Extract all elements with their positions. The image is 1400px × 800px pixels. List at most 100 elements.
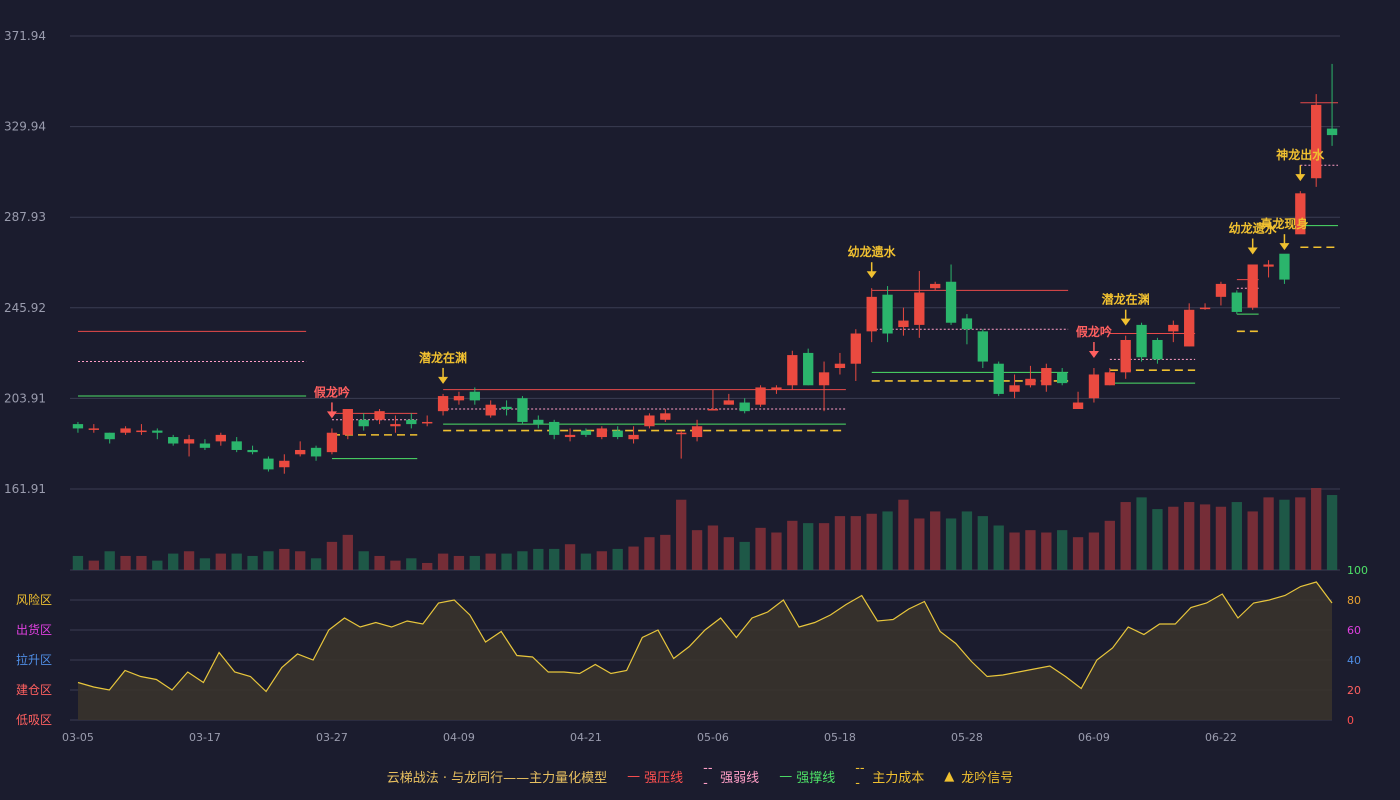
signal-marker: 假龙吟 bbox=[1076, 324, 1112, 359]
indicator-zone-label: 出货区 bbox=[16, 622, 52, 637]
volume-bar bbox=[183, 551, 195, 570]
signal-arrow-head bbox=[866, 271, 877, 279]
volume-bar bbox=[136, 555, 147, 570]
candle-body bbox=[120, 428, 131, 433]
volume-bar bbox=[406, 558, 417, 570]
candle bbox=[676, 430, 687, 459]
candle-body bbox=[72, 424, 84, 429]
candle-body bbox=[1247, 264, 1258, 308]
candle bbox=[993, 361, 1004, 397]
candle bbox=[612, 426, 623, 440]
signal-label: 假龙吟 bbox=[314, 384, 350, 399]
candle-body bbox=[882, 294, 893, 334]
price-tick-label: 245.92 bbox=[4, 301, 46, 315]
indicator-tick-label: 20 bbox=[1347, 684, 1361, 697]
candle bbox=[1152, 337, 1163, 364]
legend-item-main-cost[interactable]: --- 主力成本 bbox=[855, 761, 924, 791]
volume-bar bbox=[564, 544, 576, 570]
legend-item-signal[interactable]: ▲ 龙吟信号 bbox=[944, 767, 1013, 786]
candle-body bbox=[104, 432, 115, 440]
legend-item-strong-pressure[interactable]: — 强压线 bbox=[627, 767, 683, 786]
volume-bar bbox=[930, 511, 941, 570]
candle-body bbox=[787, 355, 798, 386]
signal-arrow-head bbox=[1247, 247, 1258, 255]
candle bbox=[628, 426, 639, 444]
candle-body bbox=[1088, 374, 1100, 399]
candle-body bbox=[1120, 339, 1131, 373]
x-tick-label: 04-09 bbox=[443, 731, 475, 744]
candle-body bbox=[549, 421, 560, 435]
candle bbox=[977, 329, 988, 369]
candle bbox=[596, 426, 607, 440]
volume-bar bbox=[485, 553, 496, 570]
candle bbox=[1311, 94, 1322, 187]
volume-bar bbox=[231, 553, 242, 570]
x-tick-label: 03-27 bbox=[316, 731, 348, 744]
volume-bar bbox=[580, 553, 592, 570]
volume-bar bbox=[168, 553, 179, 570]
candle-body bbox=[1326, 128, 1338, 136]
volume-bar bbox=[612, 548, 623, 570]
candle-body bbox=[501, 406, 512, 410]
indicator-panel: 0 20 40 60 80 100 风险区出货区拉升区建仓区低吸区 bbox=[16, 564, 1368, 727]
candle bbox=[215, 432, 226, 446]
candle bbox=[231, 437, 242, 453]
candle bbox=[152, 428, 163, 440]
volume-bar bbox=[676, 499, 687, 570]
candle-body bbox=[374, 411, 385, 420]
volume-bar bbox=[215, 553, 226, 570]
candle bbox=[739, 398, 750, 414]
candle bbox=[771, 385, 782, 394]
legend-item-strong-support[interactable]: — 强撑线 bbox=[779, 767, 835, 786]
candle bbox=[580, 428, 592, 438]
volume-bar bbox=[247, 555, 258, 570]
volume-bar bbox=[771, 532, 782, 570]
candle-body bbox=[771, 387, 782, 390]
x-tick-label: 05-06 bbox=[697, 731, 729, 744]
candle bbox=[1263, 260, 1274, 278]
candle-body bbox=[977, 331, 988, 362]
candle bbox=[723, 393, 734, 405]
candle bbox=[501, 400, 512, 416]
volume-bar bbox=[1152, 509, 1163, 570]
candle-body bbox=[850, 333, 861, 364]
candle-body bbox=[914, 292, 925, 325]
volume-bar bbox=[1263, 497, 1274, 570]
candle bbox=[422, 415, 433, 427]
candle-body bbox=[818, 372, 830, 386]
candle-body bbox=[755, 387, 766, 405]
candle bbox=[437, 393, 449, 416]
signal-label: 潜龙在渊 bbox=[419, 350, 467, 365]
volume-bar bbox=[310, 558, 322, 570]
legend-symbol: --- bbox=[855, 761, 865, 791]
candle bbox=[1231, 290, 1242, 315]
signal-label: 真龙现身 bbox=[1260, 216, 1308, 231]
candle bbox=[199, 439, 211, 450]
candle-body bbox=[644, 415, 655, 427]
legend-label: 强压线 bbox=[644, 770, 684, 786]
candle-body bbox=[437, 396, 449, 412]
indicator-tick-label: 80 bbox=[1347, 594, 1361, 607]
volume-bar bbox=[1009, 532, 1020, 570]
candle-body bbox=[533, 419, 544, 425]
price-axis-labels: 371.94 329.94 287.93 245.92 203.91 161.91 bbox=[4, 29, 46, 496]
indicator-tick-label: 100 bbox=[1347, 564, 1368, 577]
legend-symbol: ▲ bbox=[944, 768, 955, 784]
signal-marker: 潜龙在渊 bbox=[419, 350, 467, 384]
x-tick-label: 03-05 bbox=[62, 731, 94, 744]
candle bbox=[485, 400, 496, 418]
candle-body bbox=[231, 441, 242, 450]
volume-bar bbox=[596, 551, 607, 570]
volume-bar bbox=[1088, 532, 1100, 570]
legend-item-strong-weak[interactable]: --- 强弱线 bbox=[703, 761, 759, 791]
volume-bar bbox=[1295, 497, 1306, 570]
legend-title: 云梯战法 · 与龙同行——主力量化模型 bbox=[386, 770, 608, 786]
candle-body bbox=[326, 432, 338, 453]
candle-body bbox=[1231, 292, 1242, 312]
candle bbox=[803, 348, 814, 386]
candle-body bbox=[1215, 283, 1227, 297]
signal-arrow-head bbox=[1279, 243, 1290, 251]
indicator-zone-label: 风险区 bbox=[16, 592, 52, 607]
volume-bar bbox=[898, 499, 909, 570]
candle bbox=[1041, 363, 1052, 392]
